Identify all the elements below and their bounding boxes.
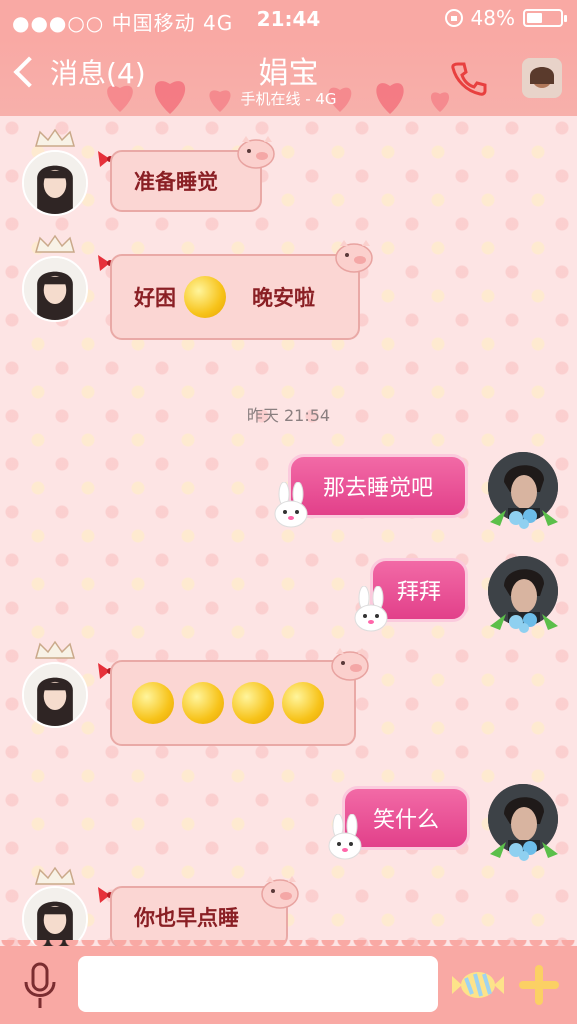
crown-decoration [35, 234, 75, 253]
message-text: 好困 [134, 285, 176, 310]
message-text: 晚安啦 [252, 285, 315, 310]
profile-avatar-icon [522, 58, 562, 98]
message-text: 笑什么 [372, 808, 439, 833]
contact-profile-button[interactable] [522, 58, 562, 98]
more-options-button[interactable] [516, 962, 562, 1008]
sleepy-emoji-icon [184, 276, 226, 318]
bunny-decoration [274, 482, 308, 528]
voice-input-button[interactable] [20, 960, 60, 1010]
input-bar [0, 940, 577, 1024]
bunny-decoration [354, 586, 388, 632]
flower-decoration [490, 613, 558, 633]
message-bubble-received[interactable]: 好困 晚安啦 [110, 254, 360, 340]
battery-percent: 48% [470, 6, 515, 30]
message-bubble-sent[interactable]: 那去睡觉吧 [288, 454, 468, 518]
contact-avatar[interactable] [22, 256, 88, 322]
message-timestamp: 昨天 21:54 [246, 406, 331, 425]
flower-decoration [490, 841, 558, 861]
message-text: 准备睡觉 [134, 169, 218, 194]
pig-decoration [237, 136, 275, 169]
crown-decoration [35, 640, 75, 659]
girl-avatar-image [24, 152, 86, 214]
candy-icon [452, 972, 504, 998]
online-status: 手机在线 - 4G [240, 90, 337, 108]
crown-decoration [35, 866, 75, 885]
status-right: 48% [444, 6, 567, 30]
message-input[interactable] [78, 956, 438, 1012]
battery-icon [523, 9, 567, 27]
microphone-icon [24, 962, 56, 1008]
emoji-button[interactable] [448, 968, 508, 1002]
smug-emoji-icon [282, 682, 324, 724]
pig-decoration [261, 876, 299, 909]
message-text: 你也早点睡 [134, 905, 239, 930]
thinking-emoji-icon [182, 682, 224, 724]
pig-decoration [335, 240, 373, 273]
message-text: 那去睡觉吧 [322, 476, 433, 501]
girl-avatar-image [24, 258, 86, 320]
message-text: 拜拜 [396, 580, 441, 605]
pig-decoration [331, 648, 369, 681]
smug-emoji-icon [232, 682, 274, 724]
flower-decoration [490, 509, 558, 529]
battery-fill [527, 13, 543, 23]
contact-avatar[interactable] [22, 150, 88, 216]
grin-emoji-icon [132, 682, 174, 724]
status-bar: ●●●○○ 中国移动 4G 21:44 48% [0, 0, 577, 38]
chat-title: 娟宝 [258, 56, 319, 91]
bunny-decoration [328, 814, 362, 860]
message-bubble-received[interactable] [110, 660, 356, 746]
plus-icon [519, 965, 559, 1005]
nav-bar: 消息(4) 娟宝 手机在线 - 4G [0, 38, 577, 116]
phone-call-button[interactable] [448, 58, 488, 98]
contact-avatar[interactable] [22, 662, 88, 728]
phone-icon [451, 62, 487, 96]
crown-decoration [35, 128, 75, 147]
rotation-lock-icon [444, 9, 463, 27]
girl-avatar-image [24, 664, 86, 726]
